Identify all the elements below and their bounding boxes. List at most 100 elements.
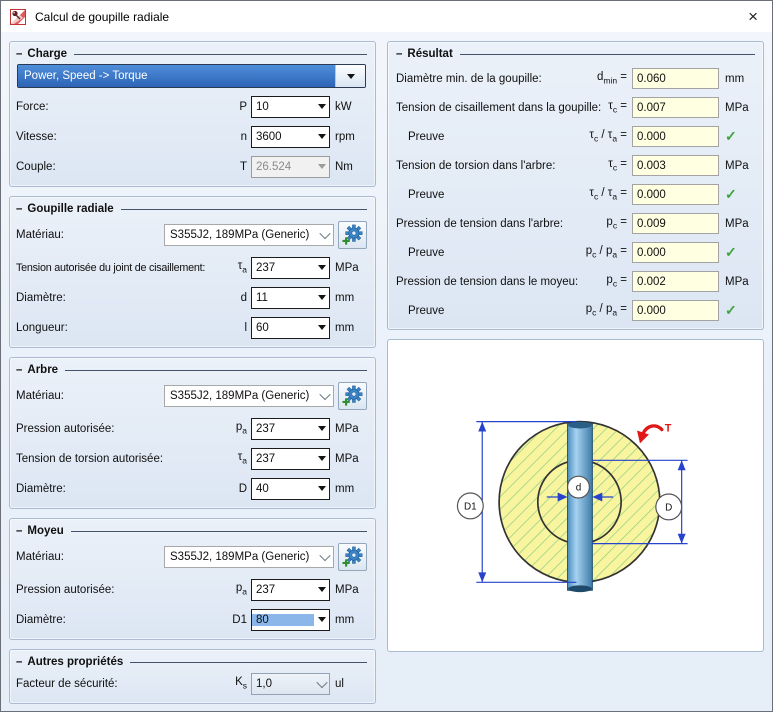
dropdown-arrow-icon[interactable] (314, 127, 329, 147)
hub-material-combo[interactable]: S355J2, 189MPa (Generic) (164, 546, 334, 568)
pin-length-value: 60 (252, 322, 314, 334)
pin-material-gear-button[interactable] (338, 221, 367, 249)
chevron-down-icon[interactable] (314, 674, 329, 694)
dropdown-arrow-icon[interactable] (314, 479, 329, 499)
hub-pressure-unit: MPa (335, 584, 367, 596)
result-row-proof-2: Preuve τc / τa = 0.000 ✓ (396, 184, 755, 205)
result-label: Pression de tension dans l'arbre: (396, 218, 606, 230)
gear-plus-icon (342, 385, 364, 407)
group-header: – Moyeu (16, 525, 367, 537)
pin-material-combo[interactable]: S355J2, 189MPa (Generic) (164, 224, 334, 246)
svg-text:d: d (576, 482, 582, 493)
d1-arrow-down (478, 572, 486, 582)
torque-symbol: T (240, 161, 247, 173)
material-value: S355J2, 189MPa (Generic) (165, 390, 316, 402)
hub-diameter-symbol: D1 (232, 614, 247, 626)
pin-length-label: Longueur: (16, 322, 241, 334)
speed-symbol: n (241, 131, 247, 143)
speed-combo[interactable]: 3600 (251, 126, 330, 148)
shaft-torsion-label: Tension de torsion autorisée: (16, 453, 235, 465)
hub-pressure-value: 237 (252, 584, 314, 596)
dropdown-arrow-icon[interactable] (314, 97, 329, 117)
shear-tension-combo[interactable]: 237 (251, 257, 330, 279)
group-header: – Autres propriétés (16, 656, 367, 668)
D-arrow-down (678, 533, 686, 543)
radial-pin (568, 421, 593, 591)
result-field: 0.060 (632, 68, 719, 89)
shaft-diameter-combo[interactable]: 40 (251, 478, 330, 500)
load-type-combo[interactable]: Power, Speed -> Torque (17, 64, 366, 88)
group-rule (65, 370, 367, 371)
dropdown-arrow-icon[interactable] (314, 610, 329, 630)
result-field: 0.003 (632, 155, 719, 176)
dropdown-arrow-icon[interactable] (314, 258, 329, 278)
shaft-torsion-combo[interactable]: 237 (251, 448, 330, 470)
hub-pressure-symbol: pa (236, 582, 247, 596)
group-title: Charge (27, 48, 67, 60)
shaft-material-combo[interactable]: S355J2, 189MPa (Generic) (164, 385, 334, 407)
safety-factor-unit: ul (335, 678, 367, 690)
result-field: 0.002 (632, 271, 719, 292)
pin-length-combo[interactable]: 60 (251, 317, 330, 339)
shaft-pressure-combo[interactable]: 237 (251, 418, 330, 440)
chevron-down-icon[interactable] (316, 553, 333, 561)
result-label: Diamètre min. de la goupille: (396, 73, 597, 85)
result-label: Preuve (396, 189, 589, 201)
load-type-value: Power, Speed -> Torque (18, 65, 335, 87)
material-value: S355J2, 189MPa (Generic) (165, 551, 316, 563)
result-symbol: pc = (606, 216, 627, 230)
dropdown-arrow-icon[interactable] (314, 580, 329, 600)
dropdown-arrow-icon[interactable] (314, 318, 329, 338)
gear-plus-icon (342, 546, 364, 568)
group-rule (121, 209, 367, 210)
dropdown-arrow-icon[interactable] (314, 449, 329, 469)
close-icon[interactable]: × (746, 8, 760, 25)
shaft-material-gear-button[interactable] (338, 382, 367, 410)
shaft-diameter-symbol: D (239, 483, 247, 495)
dialog-window: Calcul de goupille radiale × – Charge Po… (0, 0, 773, 712)
dropdown-arrow-icon[interactable] (314, 288, 329, 308)
group-title: Résultat (407, 48, 452, 60)
hub-diameter-combo[interactable]: 80 (251, 609, 330, 631)
dropdown-arrow-icon[interactable] (314, 419, 329, 439)
input-column: – Charge Power, Speed -> Torque Force: P… (9, 41, 376, 712)
speed-row: Vitesse: n 3600 rpm (16, 125, 367, 148)
shaft-diameter-value: 40 (252, 483, 314, 495)
svg-text:D1: D1 (464, 501, 477, 512)
speed-value: 3600 (252, 131, 314, 143)
hub-material-row: Matériau: S355J2, 189MPa (Generic) (16, 542, 367, 571)
result-symbol: pc / pa = (586, 303, 627, 317)
force-row: Force: P 10 kW (16, 95, 367, 118)
chevron-down-icon[interactable] (316, 231, 333, 239)
title-bar: Calcul de goupille radiale × (1, 1, 772, 32)
group-header: – Résultat (396, 48, 755, 60)
d-label: d (568, 476, 590, 498)
group-header: – Arbre (16, 364, 367, 376)
shaft-diameter-unit: mm (335, 483, 367, 495)
pin-diameter-combo[interactable]: 11 (251, 287, 330, 309)
safety-factor-label: Facteur de sécurité: (16, 678, 232, 690)
result-column: – Résultat Diamètre min. de la goupille:… (387, 41, 764, 712)
result-field: 0.000 (632, 184, 719, 205)
dropdown-arrow-icon[interactable] (335, 65, 365, 87)
result-row-proof-3: Preuve pc / pa = 0.000 ✓ (396, 242, 755, 263)
group-title: Arbre (27, 364, 58, 376)
result-row-hub-pressure: Pression de tension dans le moyeu: pc = … (396, 271, 755, 292)
group-dash: – (16, 364, 22, 376)
torque-unit: Nm (335, 161, 367, 173)
force-combo[interactable]: 10 (251, 96, 330, 118)
group-autres-proprietes: – Autres propriétés Facteur de sécurité:… (9, 649, 376, 704)
safety-factor-symbol: Ks (235, 676, 247, 690)
group-charge: – Charge Power, Speed -> Torque Force: P… (9, 41, 376, 187)
safety-factor-combo[interactable]: 1,0 (251, 673, 330, 695)
hub-material-gear-button[interactable] (338, 543, 367, 571)
hub-pressure-combo[interactable]: 237 (251, 579, 330, 601)
chevron-down-icon[interactable] (316, 392, 333, 400)
result-label: Tension de cisaillement dans la goupille… (396, 102, 608, 114)
group-title: Moyeu (27, 525, 63, 537)
shaft-material-row: Matériau: S355J2, 189MPa (Generic) (16, 381, 367, 410)
diagram-panel: D1 D (387, 339, 764, 652)
shear-tension-unit: MPa (335, 262, 367, 274)
shaft-torsion-symbol: τa (238, 451, 247, 465)
result-field: 0.000 (632, 300, 719, 321)
